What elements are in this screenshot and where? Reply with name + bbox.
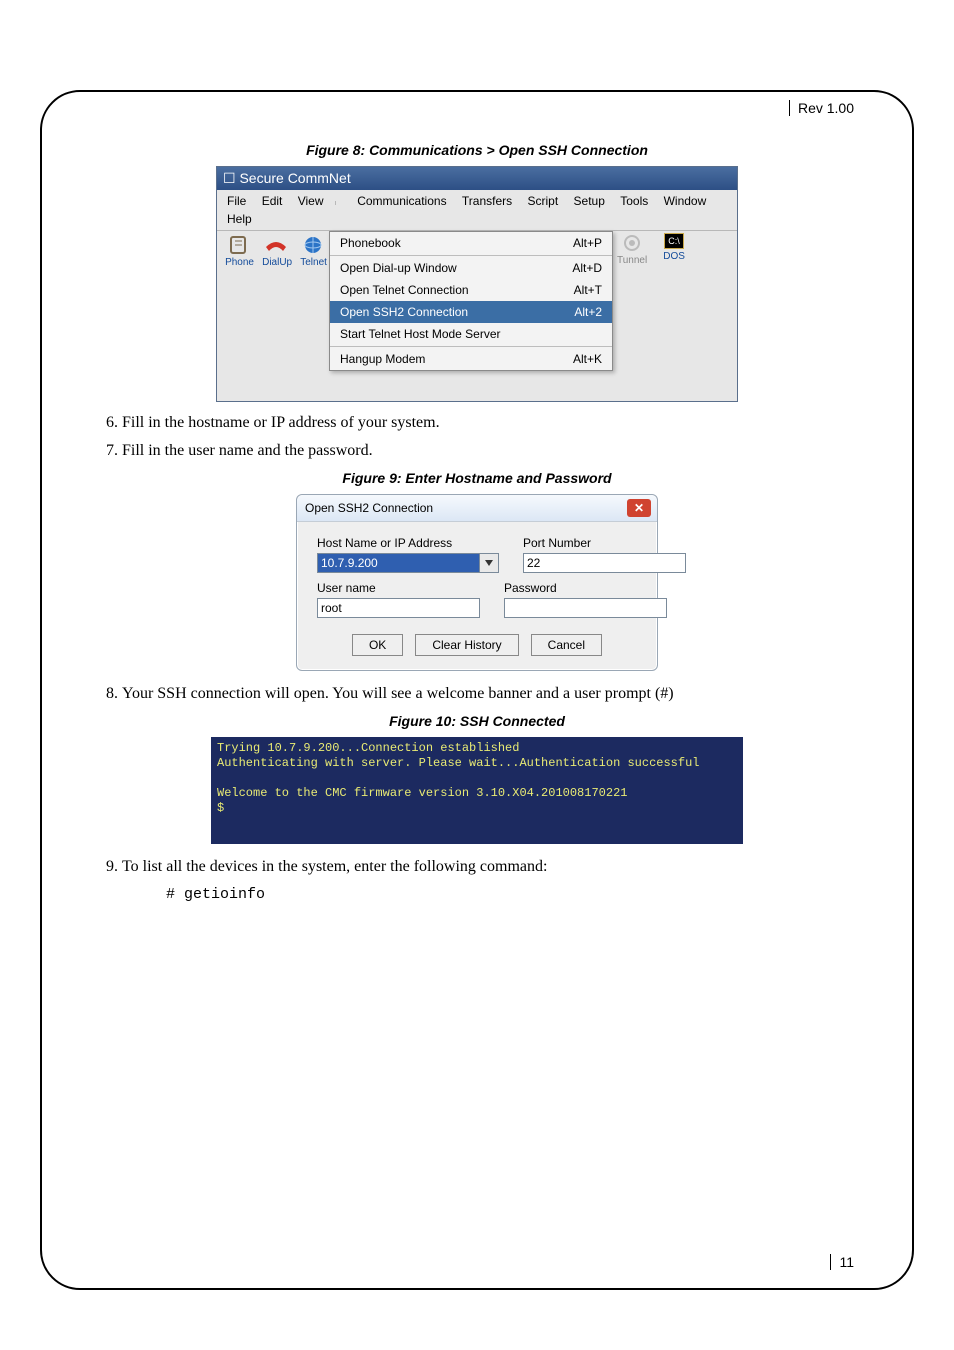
term-line-1: Authenticating with server. Please wait.… [217,756,699,770]
menu-transfers[interactable]: Transfers [456,192,518,210]
menu-view[interactable]: View [292,192,330,210]
menu-setup[interactable]: Setup [568,192,611,210]
dos-button[interactable]: C:\ DOS [663,233,685,266]
step-list-c: To list all the devices in the system, e… [122,858,852,876]
dd-hangup-modem-label: Hangup Modem [340,352,425,366]
ssh-terminal: Trying 10.7.9.200...Connection establish… [211,737,743,844]
clear-history-button[interactable]: Clear History [415,634,518,656]
step-list-b: Your SSH connection will open. You will … [122,685,852,703]
figure-10-caption: Figure 10: SSH Connected [102,713,852,729]
menu-edit[interactable]: Edit [256,192,289,210]
dd-open-ssh2-label: Open SSH2 Connection [340,305,468,319]
dd-open-telnet[interactable]: Open Telnet Connection Alt+T [330,279,612,301]
dd-open-dialup-label: Open Dial-up Window [340,261,457,275]
host-label: Host Name or IP Address [317,536,499,550]
port-label: Port Number [523,536,686,550]
toolbar-right: Tunnel C:\ DOS [617,233,685,266]
step-9-text: To list all the devices in the system, e… [122,858,547,875]
dialog-titlebar: Open SSH2 Connection ✕ [297,495,657,522]
toolbar-label-phone: Phone [225,257,254,268]
page-frame: Figure 8: Communications > Open SSH Conn… [40,90,914,1290]
host-dropdown-arrow[interactable] [480,553,499,573]
chevron-down-icon [485,560,493,566]
phonebook-icon[interactable] [228,235,250,255]
dd-open-dialup[interactable]: Open Dial-up Window Alt+D [330,257,612,279]
menubar: File Edit View Communications Transfers … [217,190,737,231]
dd-hangup-modem-shortcut: Alt+K [573,352,602,366]
dd-open-telnet-shortcut: Alt+T [574,283,602,297]
term-line-3: Welcome to the CMC firmware version 3.10… [217,786,627,800]
open-ssh2-dialog: Open SSH2 Connection ✕ Host Name or IP A… [296,494,658,671]
term-line-4: $ [217,801,224,815]
menu-communications[interactable]: Communications [351,192,452,210]
ok-button[interactable]: OK [352,634,403,656]
globe-icon[interactable] [302,235,324,255]
window-title: Secure CommNet [239,170,350,186]
dd-phonebook-label: Phonebook [340,236,401,250]
host-input[interactable] [317,553,480,573]
pass-label: Password [504,581,667,595]
page-number: 11 [830,1254,854,1270]
dos-icon: C:\ [664,233,684,249]
secure-commnet-window: ☐ Secure CommNet File Edit View Communic… [216,166,738,402]
figure-9-caption: Figure 9: Enter Hostname and Password [102,470,852,486]
tunnel-button[interactable]: Tunnel [617,233,647,266]
toolbar-label-telnet: Telnet [300,257,327,268]
step-list-a: Fill in the hostname or IP address of yo… [122,414,852,460]
dd-start-telnet-host[interactable]: Start Telnet Host Mode Server [330,323,612,345]
tunnel-label: Tunnel [617,255,647,266]
pass-input[interactable] [504,598,667,618]
dd-open-ssh2[interactable]: Open SSH2 Connection Alt+2 [330,301,612,323]
toolbar-left: Phone DialUp Telnet [217,231,337,272]
user-input[interactable] [317,598,480,618]
communications-dropdown: Phonebook Alt+P Open Dial-up Window Alt+… [329,231,613,371]
figure-8-caption: Figure 8: Communications > Open SSH Conn… [102,142,852,158]
port-input[interactable] [523,553,686,573]
menu-window[interactable]: Window [658,192,713,210]
step-9: To list all the devices in the system, e… [122,858,852,876]
dd-open-dialup-shortcut: Alt+D [572,261,602,275]
toolbar-label-dialup: DialUp [262,257,292,268]
step-8: Your SSH connection will open. You will … [122,685,852,703]
menu-help[interactable]: Help [221,210,258,228]
term-line-0: Trying 10.7.9.200...Connection establish… [217,741,519,755]
step-7: Fill in the user name and the password. [122,442,852,460]
dd-start-telnet-host-label: Start Telnet Host Mode Server [340,327,501,341]
dos-label: DOS [663,251,685,262]
dd-phonebook[interactable]: Phonebook Alt+P [330,232,612,254]
window-titlebar: ☐ Secure CommNet [217,167,737,190]
tunnel-icon [621,233,643,253]
dd-phonebook-shortcut: Alt+P [573,236,602,250]
dd-open-ssh2-shortcut: Alt+2 [574,305,602,319]
step-6: Fill in the hostname or IP address of yo… [122,414,852,432]
cancel-button[interactable]: Cancel [531,634,602,656]
dialog-title: Open SSH2 Connection [305,501,433,515]
app-icon: ☐ [223,170,236,186]
user-label: User name [317,581,480,595]
phone-icon[interactable] [263,235,289,255]
menu-script[interactable]: Script [522,192,565,210]
command-code: # getioinfo [166,886,852,903]
menu-tools[interactable]: Tools [614,192,654,210]
dd-open-telnet-label: Open Telnet Connection [340,283,469,297]
close-icon[interactable]: ✕ [627,499,651,517]
dd-hangup-modem[interactable]: Hangup Modem Alt+K [330,348,612,370]
menu-file[interactable]: File [221,192,252,210]
